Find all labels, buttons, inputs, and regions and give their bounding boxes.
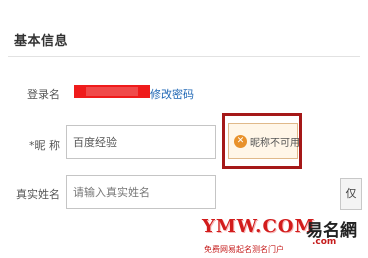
side-button[interactable]: 仅 — [340, 178, 362, 210]
watermark: YMW.COM 易名網 .com 免费网易起名测名门户 — [198, 216, 368, 258]
section-divider — [8, 56, 360, 57]
realname-input[interactable] — [66, 175, 216, 209]
nickname-error-text: 昵称不可用 — [250, 137, 300, 149]
realname-label: 真实姓名 — [16, 188, 60, 201]
nickname-error-badge: ✕ 昵称不可用 — [228, 123, 300, 159]
watermark-slogan: 免费网易起名测名门户 — [204, 245, 284, 254]
login-name-redacted — [74, 85, 150, 98]
x-circle-icon: ✕ — [234, 134, 247, 148]
watermark-logo: YMW.COM — [202, 216, 316, 237]
change-password-link[interactable]: 修改密码 — [150, 86, 194, 102]
watermark-domain: .com — [312, 237, 337, 247]
nickname-label: *昵 称 — [29, 139, 60, 152]
section-title: 基本信息 — [14, 34, 69, 49]
nickname-input[interactable] — [66, 125, 216, 159]
login-name-label: 登录名 — [27, 88, 60, 101]
